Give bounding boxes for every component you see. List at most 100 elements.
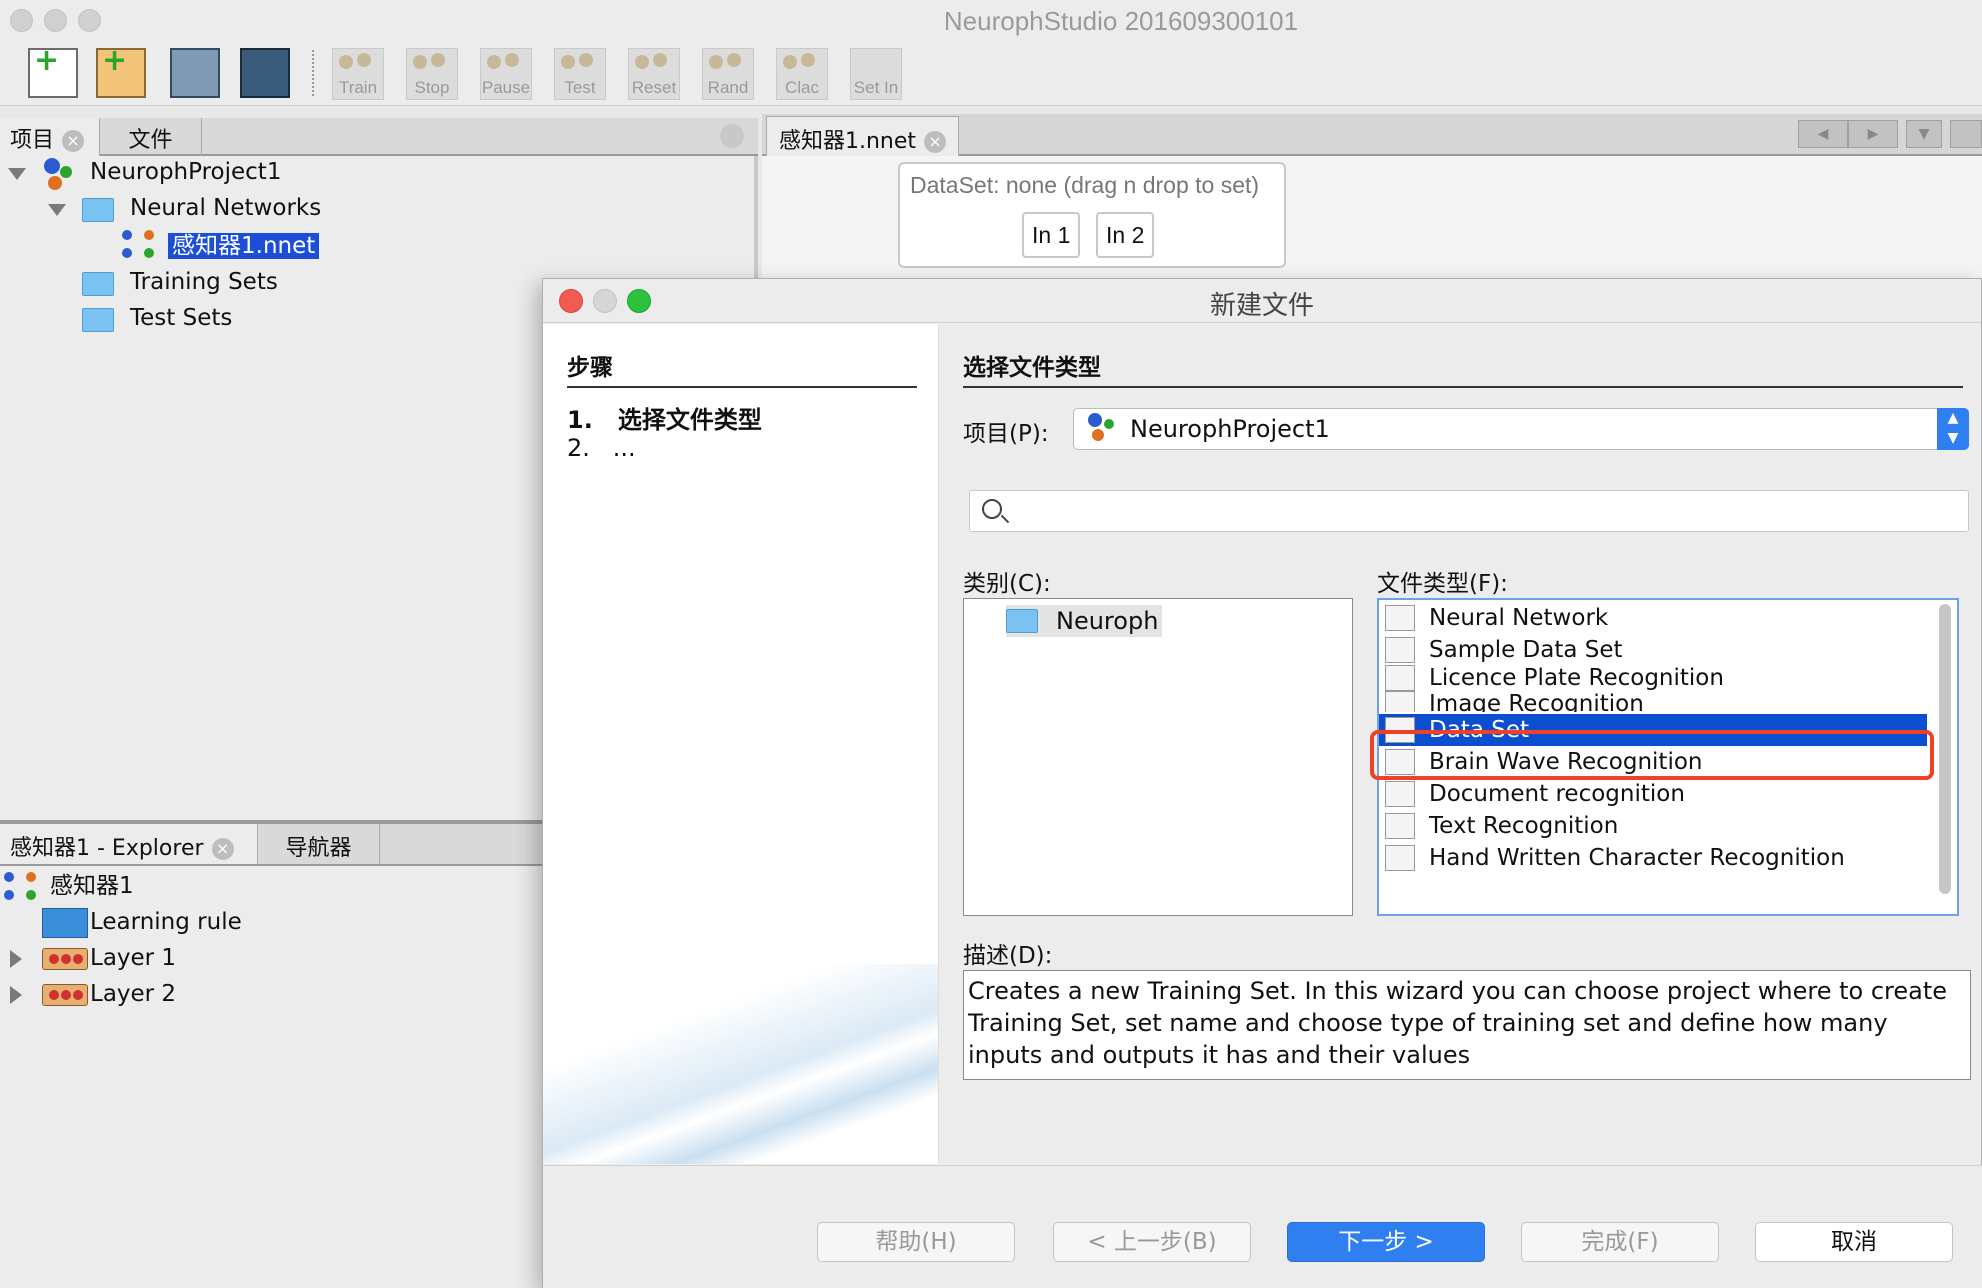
project-panel-tabs: 项目 × 文件 [0, 118, 758, 156]
plus-icon: + [102, 43, 128, 78]
new-file-button[interactable]: + [28, 43, 78, 98]
pause-button[interactable]: Pause [480, 48, 532, 100]
dataset-drop-target[interactable]: DataSet: none (drag n drop to set) In 1 … [898, 162, 1286, 268]
folder-icon [82, 308, 114, 332]
project-select[interactable]: NeurophProject1 ▲ ▼ [1073, 408, 1969, 450]
expand-arrow-icon[interactable] [10, 986, 22, 1004]
tree-item-training-sets[interactable]: Training Sets [130, 266, 278, 298]
filetype-item[interactable]: Hand Written Character Recognition [1379, 842, 1927, 874]
filetype-item[interactable]: Neural Network [1379, 602, 1927, 634]
train-button[interactable]: Train [332, 48, 384, 100]
filetypes-scrollbar[interactable] [1939, 604, 1951, 894]
filter-search-input[interactable] [969, 490, 1969, 532]
tree-item-network-file[interactable]: 感知器1.nnet [168, 230, 320, 262]
dialog-title: 新建文件 [1209, 291, 1314, 321]
project-icon [1086, 411, 1122, 447]
new-project-button[interactable]: + [96, 43, 146, 98]
editor-tab-bar: 感知器1.nnet × ◀ ▶ ▼ [762, 114, 1982, 156]
folder-icon [82, 272, 114, 296]
network-icon [413, 53, 449, 73]
project-select-value: NeurophProject1 [1130, 415, 1330, 443]
category-item-neuroph[interactable]: Neuroph [1006, 605, 1163, 637]
folder-icon [1006, 609, 1038, 633]
step-2: 2. ... [567, 434, 636, 462]
plus-icon: + [34, 43, 60, 78]
scroll-left-button[interactable]: ◀ [1798, 120, 1848, 148]
project-label: 项目(P): [963, 421, 1049, 447]
close-icon[interactable]: × [211, 838, 234, 860]
set-input-button[interactable]: Set In [850, 48, 902, 100]
back-button[interactable]: < 上一步(B) [1053, 1222, 1251, 1262]
categories-list: Neuroph [963, 598, 1353, 916]
tab-projects[interactable]: 项目 × [0, 118, 100, 156]
learning-rule-icon [42, 908, 88, 938]
document-icon [1385, 781, 1415, 807]
filetypes-label: 文件类型(F): [1377, 571, 1508, 597]
handwriting-icon [1385, 845, 1415, 871]
input-neuron[interactable]: In 2 [1096, 212, 1155, 258]
network-icon [783, 53, 819, 73]
tree-item-test-sets[interactable]: Test Sets [130, 302, 232, 334]
decorative-swoosh [543, 964, 938, 1164]
description-text: Creates a new Training Set. In this wiza… [963, 970, 1971, 1080]
scroll-right-button[interactable]: ▶ [1848, 120, 1898, 148]
neural-network-icon [4, 872, 38, 902]
network-icon [487, 53, 523, 73]
tab-explorer[interactable]: 感知器1 - Explorer × [0, 824, 258, 864]
window-title: NeurophStudio 201609300101 [943, 6, 1299, 36]
calculate-button[interactable]: Clac [776, 48, 828, 100]
project-icon [40, 156, 76, 192]
toolbar-separator [312, 50, 314, 96]
reset-button[interactable]: Reset [628, 48, 680, 100]
tab-navigator[interactable]: 导航器 [258, 824, 380, 864]
explorer-panel-tabs: 感知器1 - Explorer × 导航器 [0, 820, 542, 866]
explorer-item-learning-rule[interactable]: Learning rule [90, 906, 242, 938]
steps-heading: 步骤 [567, 348, 917, 388]
stop-button[interactable]: Stop [406, 48, 458, 100]
close-icon[interactable]: × [924, 131, 947, 153]
arrows-icon [857, 53, 893, 73]
tree-item-project[interactable]: NeurophProject1 [90, 156, 281, 188]
dialog-titlebar: 新建文件 [543, 279, 1981, 323]
layer-icon [42, 984, 88, 1006]
expand-arrow-icon[interactable] [10, 950, 22, 968]
save-all-button[interactable] [240, 48, 290, 98]
table-icon [1385, 637, 1415, 663]
close-icon[interactable]: × [62, 130, 85, 152]
tab-files[interactable]: 文件 [100, 118, 202, 156]
layer-icon [42, 948, 88, 970]
chevron-up-down-icon[interactable]: ▲ ▼ [1937, 408, 1969, 450]
explorer-item-layer-1[interactable]: Layer 1 [90, 942, 176, 974]
description-label: 描述(D): [963, 943, 1053, 969]
input-neuron[interactable]: In 1 [1022, 212, 1081, 258]
filetype-item[interactable]: Text Recognition [1379, 810, 1927, 842]
document-list-button[interactable]: ▼ [1906, 120, 1942, 148]
randomize-button[interactable]: Rand [702, 48, 754, 100]
categories-label: 类别(C): [963, 571, 1051, 597]
test-button[interactable]: Test [554, 48, 606, 100]
main-toolbar: + + Train Stop Pause Test Reset Rand Cla… [0, 40, 1982, 106]
maximize-editor-button[interactable] [1950, 120, 1982, 148]
explorer-item-network[interactable]: 感知器1 [50, 870, 134, 902]
tree-item-neural-networks[interactable]: Neural Networks [130, 192, 321, 224]
next-button[interactable]: 下一步 > [1287, 1222, 1485, 1262]
cancel-button[interactable]: 取消 [1755, 1222, 1953, 1262]
neural-network-icon [122, 230, 156, 260]
minimize-panel-icon[interactable] [720, 124, 744, 148]
collapse-arrow-icon[interactable] [8, 168, 26, 180]
network-icon [635, 53, 671, 73]
explorer-item-layer-2[interactable]: Layer 2 [90, 978, 176, 1010]
highlight-frame [1370, 730, 1934, 780]
filetype-item[interactable]: Document recognition [1379, 778, 1927, 810]
explorer-tree: 感知器1 Learning rule Layer 1 Layer 2 [0, 866, 542, 1288]
open-project-button[interactable] [170, 48, 220, 98]
help-button[interactable]: 帮助(H) [817, 1222, 1015, 1262]
tab-network-editor[interactable]: 感知器1.nnet × [766, 116, 960, 156]
dialog-footer: 帮助(H) < 上一步(B) 下一步 > 完成(F) 取消 [543, 1165, 1982, 1288]
text-icon [1385, 813, 1415, 839]
filetype-item[interactable]: Image Recognition [1379, 688, 1927, 712]
finish-button[interactable]: 完成(F) [1521, 1222, 1719, 1262]
collapse-arrow-icon[interactable] [48, 204, 66, 216]
step-1: 1. 选择文件类型 [567, 406, 762, 434]
neural-network-icon [1385, 605, 1415, 631]
